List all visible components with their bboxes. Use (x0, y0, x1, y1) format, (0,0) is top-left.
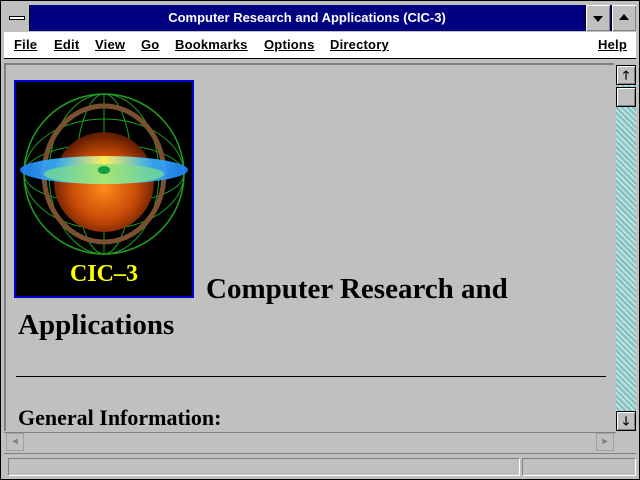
page-content[interactable]: CIC–3 Computer Research and Applications… (4, 63, 614, 431)
page-title-text: Computer Research and Applications (18, 273, 508, 341)
menu-file-label: File (14, 37, 38, 52)
menu-view-label: View (95, 37, 126, 52)
minimize-button[interactable] (585, 5, 610, 31)
scrollbar-corner (616, 432, 636, 451)
system-menu-button[interactable] (4, 5, 30, 31)
menu-edit[interactable]: Edit (54, 37, 79, 52)
scroll-down-button[interactable]: 🡓 (616, 411, 636, 431)
maximize-button[interactable] (611, 5, 636, 31)
maximize-icon (619, 14, 629, 20)
menu-bar: File Edit View Go Bookmarks Options Dire… (4, 32, 636, 59)
window-title: Computer Research and Applications (CIC-… (168, 10, 446, 25)
menu-bookmarks-label: Bookmarks (175, 37, 248, 52)
menu-go-label: Go (141, 37, 160, 52)
status-bar (4, 453, 636, 478)
cic3-logo[interactable]: CIC–3 (14, 80, 194, 298)
status-progress-field (522, 458, 636, 476)
vertical-scroll-thumb[interactable] (616, 87, 636, 107)
title-bar[interactable]: Computer Research and Applications (CIC-… (4, 5, 636, 31)
section-heading: General Information: (18, 405, 222, 430)
browser-window: Computer Research and Applications (CIC-… (0, 0, 640, 480)
menu-help-label: Help (598, 37, 627, 52)
arrow-up-icon: 🡑 (622, 68, 630, 82)
menu-edit-label: Edit (54, 37, 80, 52)
arrow-right-icon: ▸ (602, 436, 608, 447)
horizontal-scrollbar[interactable]: ◂ ▸ (4, 432, 616, 452)
system-menu-icon (9, 16, 25, 20)
scroll-up-button[interactable]: 🡑 (616, 65, 636, 85)
menu-help[interactable]: Help (598, 37, 627, 52)
arrow-left-icon: ◂ (12, 436, 18, 447)
menu-file[interactable]: File (14, 37, 37, 52)
menu-bookmarks[interactable]: Bookmarks (175, 37, 248, 52)
page-title: Computer Research and Applications (18, 271, 598, 343)
menu-directory[interactable]: Directory (330, 37, 389, 52)
horizontal-rule (16, 376, 606, 377)
menu-directory-label: Directory (330, 37, 389, 52)
vertical-scrollbar[interactable]: 🡑 🡓 (616, 65, 636, 431)
minimize-icon (593, 16, 603, 22)
menu-view[interactable]: View (95, 37, 125, 52)
status-text-field (8, 458, 520, 476)
menu-go[interactable]: Go (141, 37, 159, 52)
menu-options-label: Options (264, 37, 315, 52)
menu-options[interactable]: Options (264, 37, 315, 52)
scroll-right-button[interactable]: ▸ (596, 433, 614, 451)
scroll-left-button[interactable]: ◂ (6, 433, 24, 451)
arrow-down-icon: 🡓 (622, 414, 630, 428)
globe-logo-icon (20, 93, 188, 255)
